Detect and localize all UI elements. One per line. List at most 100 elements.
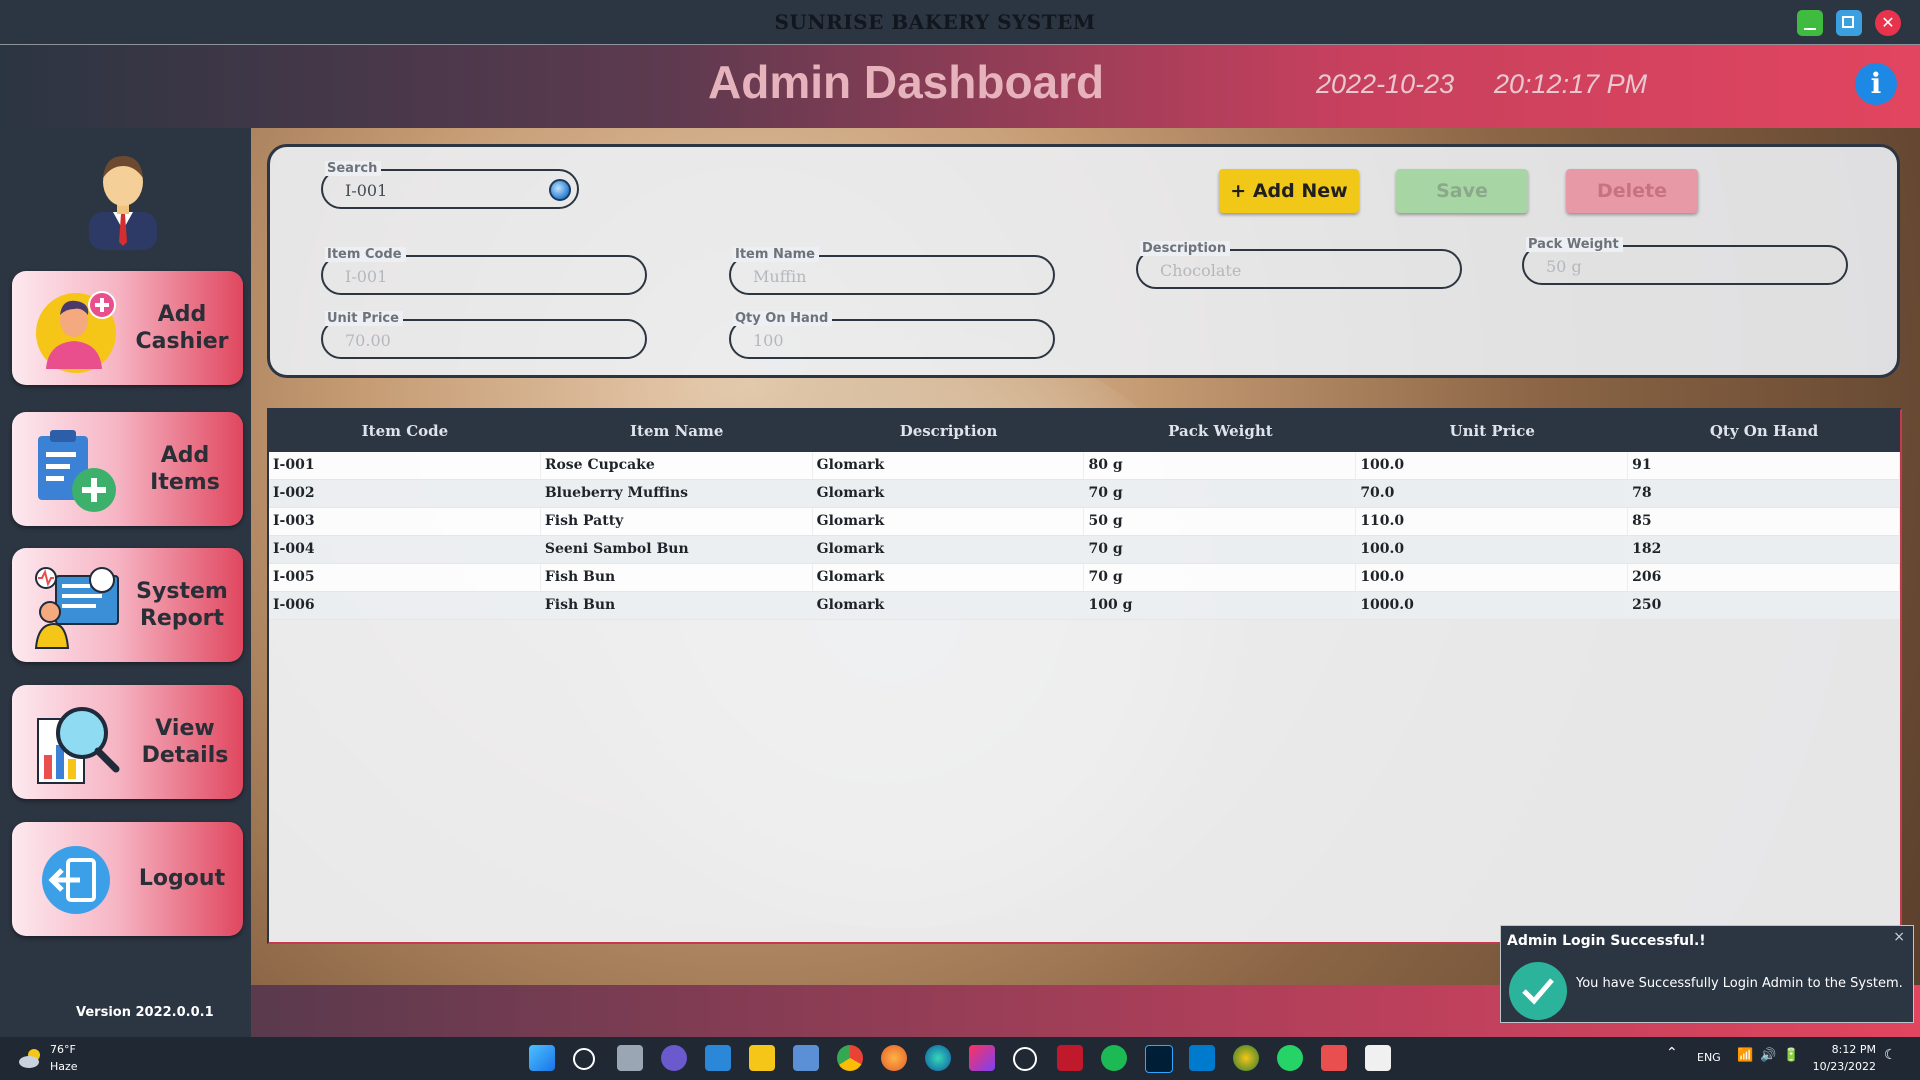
photos-icon[interactable] <box>793 1045 819 1071</box>
search-input[interactable] <box>343 180 528 201</box>
info-icon[interactable]: i <box>1855 63 1897 105</box>
whatsapp-icon[interactable] <box>1277 1045 1303 1071</box>
intellij-icon[interactable] <box>969 1045 995 1071</box>
notifications-icon[interactable]: ☾ <box>1884 1047 1897 1063</box>
weather-temp: 76°F <box>50 1043 76 1056</box>
sidebar-item-add-items[interactable]: Add Items <box>12 412 243 526</box>
table-header: Item Code Item Name Description Pack Wei… <box>269 410 1900 452</box>
table-cell: 85 <box>1628 508 1900 535</box>
column-header-item-name[interactable]: Item Name <box>541 410 813 452</box>
search-field[interactable]: Search <box>321 161 579 211</box>
table-row[interactable]: I-003 Fish Patty Glomark 50 g 110.0 85 <box>269 508 1900 536</box>
description-input[interactable] <box>1158 260 1391 281</box>
pack-weight-input[interactable] <box>1544 256 1777 277</box>
column-header-qty-on-hand[interactable]: Qty On Hand <box>1628 410 1900 452</box>
minimize-icon[interactable] <box>1797 10 1823 36</box>
photoshop-icon[interactable] <box>1145 1045 1173 1073</box>
table-cell: Seeni Sambol Bun <box>541 536 813 563</box>
volume-icon[interactable]: 🔊 <box>1760 1048 1776 1063</box>
save-button[interactable]: Save <box>1396 169 1528 213</box>
table-cell: 100.0 <box>1356 536 1629 563</box>
table-cell: 78 <box>1628 480 1900 507</box>
header-time: 20:12:17 PM <box>1494 69 1648 99</box>
item-code-input[interactable] <box>343 266 576 287</box>
system-report-icon <box>34 567 119 649</box>
vscode-icon[interactable] <box>1189 1045 1215 1071</box>
table-cell: 80 g <box>1084 452 1357 479</box>
table-body: I-001 Rose Cupcake Glomark 80 g 100.0 91… <box>269 452 1900 620</box>
sidebar-item-view-details[interactable]: View Details <box>12 685 243 799</box>
java-icon[interactable] <box>1365 1045 1391 1071</box>
sidebar-item-add-cashier[interactable]: Add Cashier <box>12 271 243 385</box>
table-row[interactable]: I-002 Blueberry Muffins Glomark 70 g 70.… <box>269 480 1900 508</box>
unit-price-field[interactable]: Unit Price <box>321 311 647 361</box>
table-cell: Glomark <box>813 508 1085 535</box>
chat-icon[interactable] <box>661 1045 687 1071</box>
file-explorer-icon[interactable] <box>749 1045 775 1071</box>
sidebar-item-logout[interactable]: Logout <box>12 822 243 936</box>
qty-on-hand-field[interactable]: Qty On Hand <box>729 311 1055 361</box>
item-name-label: Item Name <box>733 247 819 262</box>
pack-weight-field[interactable]: Pack Weight <box>1522 237 1848 287</box>
item-code-field[interactable]: Item Code <box>321 247 647 297</box>
table-row[interactable]: I-001 Rose Cupcake Glomark 80 g 100.0 91 <box>269 452 1900 480</box>
description-field[interactable]: Description <box>1136 241 1462 291</box>
speedtest-icon[interactable] <box>1013 1047 1037 1071</box>
header-date: 2022-10-23 <box>1316 69 1455 99</box>
tray-overflow-icon[interactable]: ⌃ <box>1666 1045 1678 1061</box>
toast-close-icon[interactable]: × <box>1893 929 1905 945</box>
main-content: Search Item Code Item Name Description P… <box>251 128 1920 985</box>
language-indicator[interactable]: ENG <box>1697 1051 1721 1064</box>
table-cell: Blueberry Muffins <box>541 480 813 507</box>
search-label: Search <box>325 161 382 176</box>
app-icon[interactable] <box>1233 1045 1259 1071</box>
task-view-icon[interactable] <box>617 1045 643 1071</box>
column-header-unit-price[interactable]: Unit Price <box>1356 410 1628 452</box>
weather-haze-icon <box>19 1049 40 1068</box>
window-title: SUNRISE BAKERY SYSTEM <box>774 10 1096 34</box>
edge-icon[interactable] <box>925 1045 951 1071</box>
toast-message: You have Successfully Login Admin to the… <box>1576 976 1903 991</box>
delete-button[interactable]: Delete <box>1566 169 1698 213</box>
battery-icon[interactable]: 🔋 <box>1783 1048 1799 1063</box>
sidebar-item-system-report[interactable]: System Report <box>12 548 243 662</box>
search-icon[interactable] <box>573 1048 595 1070</box>
table-cell: I-004 <box>269 536 541 563</box>
search-icon[interactable] <box>549 179 571 201</box>
spotify-icon[interactable] <box>1101 1045 1127 1071</box>
table-cell: Glomark <box>813 536 1085 563</box>
table-row[interactable]: I-006 Fish Bun Glomark 100 g 1000.0 250 <box>269 592 1900 620</box>
table-cell: 110.0 <box>1356 508 1629 535</box>
table-cell: 182 <box>1628 536 1900 563</box>
unit-price-input[interactable] <box>343 330 576 351</box>
table-row[interactable]: I-005 Fish Bun Glomark 70 g 100.0 206 <box>269 564 1900 592</box>
start-icon[interactable] <box>529 1045 555 1071</box>
column-header-pack-weight[interactable]: Pack Weight <box>1084 410 1356 452</box>
firefox-icon[interactable] <box>881 1045 907 1071</box>
taskbar: 76°F Haze ⌃ ENG 📶 🔊 🔋 8:12 PM 10/23/2022… <box>0 1037 1920 1080</box>
table-cell: Glomark <box>813 452 1085 479</box>
game-icon[interactable] <box>1057 1045 1083 1071</box>
view-details-icon <box>37 707 120 784</box>
table-cell: Glomark <box>813 564 1085 591</box>
mail-icon[interactable] <box>705 1045 731 1071</box>
column-header-item-code[interactable]: Item Code <box>269 410 541 452</box>
qty-on-hand-label: Qty On Hand <box>733 311 833 326</box>
bakery-app-icon[interactable] <box>1321 1045 1347 1071</box>
table-cell: 70 g <box>1084 564 1357 591</box>
taskbar-clock[interactable]: 8:12 PM 10/23/2022 <box>1813 1041 1876 1075</box>
maximize-icon[interactable] <box>1836 10 1862 36</box>
close-icon[interactable]: ✕ <box>1875 10 1901 36</box>
table-row[interactable]: I-004 Seeni Sambol Bun Glomark 70 g 100.… <box>269 536 1900 564</box>
unit-price-label: Unit Price <box>325 311 403 326</box>
toast-title: Admin Login Successful.! <box>1507 933 1706 949</box>
add-new-button[interactable]: + Add New <box>1219 169 1359 213</box>
add-items-icon <box>38 430 116 512</box>
wifi-icon[interactable]: 📶 <box>1737 1048 1753 1063</box>
qty-on-hand-input[interactable] <box>751 330 984 351</box>
chrome-icon[interactable] <box>837 1045 863 1071</box>
item-name-input[interactable] <box>751 266 984 287</box>
column-header-description[interactable]: Description <box>813 410 1085 452</box>
item-name-field[interactable]: Item Name <box>729 247 1055 297</box>
dashboard-header: Admin Dashboard 2022-10-23 20:12:17 PM i <box>0 45 1920 128</box>
